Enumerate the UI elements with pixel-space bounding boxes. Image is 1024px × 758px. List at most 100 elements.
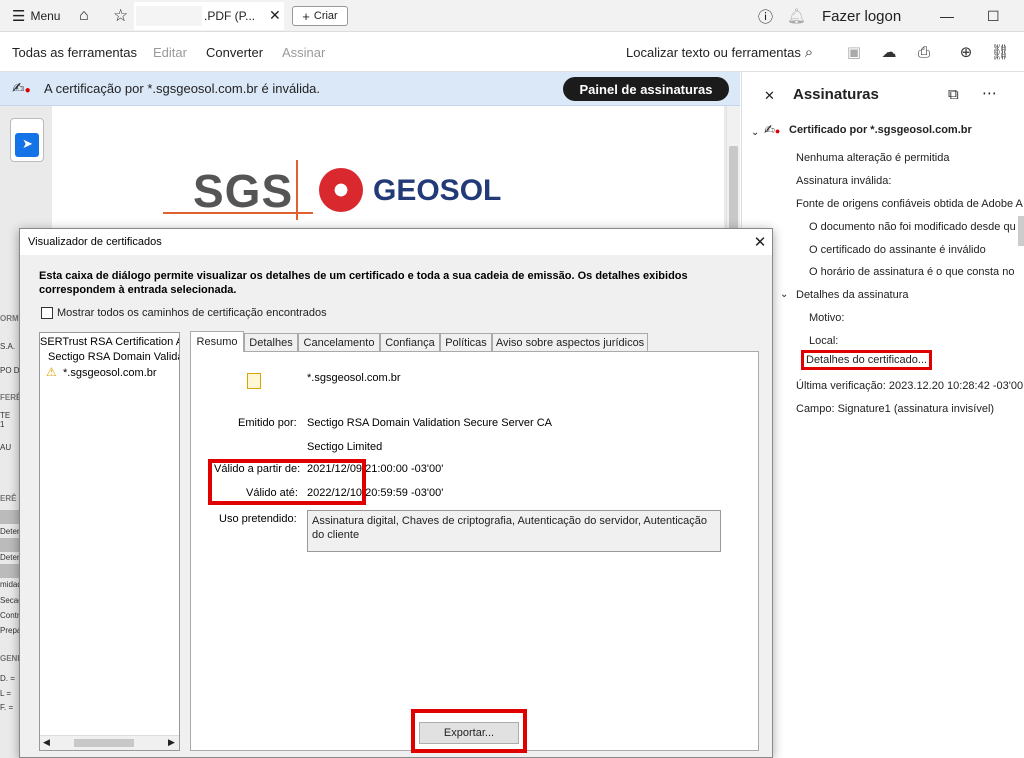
link-icon[interactable]: ⛓ [990,42,1010,62]
share-user-icon[interactable]: ⊕ [956,42,976,62]
panel-title: Assinaturas [793,86,879,103]
doc-fragment: AU [0,443,12,452]
intended-use-box: Assinatura digital, Chaves de criptograf… [307,510,721,552]
issued-by-org: Sectigo Limited [307,441,383,453]
banner-message: A certificação por *.sgsgeosol.com.br é … [44,81,321,96]
close-tab-icon[interactable]: ✕ [269,7,281,24]
upload-cloud-icon[interactable]: ☁ [879,42,899,62]
sign-time-text: O horário de assinatura é o que consta n… [809,266,1015,278]
logo-flower-icon [319,168,363,212]
menu-label: Menu [30,9,61,23]
top-bar: ☰ Menu ⌂ ☆ .PDF (P... ✕ + Criar ⓘ 🔔︎ Faz… [0,0,1024,32]
certificate-details-link[interactable]: Detalhes do certificado... [801,350,933,370]
minimize-icon[interactable]: — [940,0,954,32]
sign-button[interactable]: Assinar [282,32,325,72]
certificate-viewer-dialog: Visualizador de certificados ✕ Esta caix… [19,228,773,758]
panel-scrollbar[interactable] [1018,216,1024,246]
tree-scrollbar-thumb[interactable] [74,739,134,747]
maximize-icon[interactable]: ☐ [987,0,1000,32]
signature-panel-button[interactable]: Painel de assinaturas [563,77,729,101]
close-panel-icon[interactable]: ✕ [764,88,775,104]
convert-button[interactable]: Converter [206,32,263,72]
location-text: Local: [809,335,839,347]
doc-fragment: Contr [0,611,20,620]
doc-fragment: S.A. [0,342,16,351]
star-icon[interactable]: ☆ [113,0,128,32]
show-all-paths-checkbox[interactable]: Mostrar todos os caminhos de certificaçã… [41,307,327,319]
signature-details-toggle[interactable]: Detalhes da assinatura [796,289,909,301]
login-button[interactable]: Fazer logon [822,0,901,32]
redacted-filename [136,6,202,26]
more-options-icon[interactable]: ⋯ [982,84,997,102]
export-highlight-box [411,709,527,753]
invalid-signature-text: Assinatura inválida: [796,175,892,187]
doc-table-shade [0,510,20,524]
logo-sgs-text: SGS [193,165,294,217]
certification-banner: ✍● A certificação por *.sgsgeosol.com.br… [0,72,740,106]
doc-fragment: Deter [0,553,20,562]
chevron-down-icon[interactable]: ⌄ [751,127,759,138]
cursor-icon: ➤ [15,133,39,157]
tab-trust[interactable]: Confiança [380,333,440,351]
logo-line-vertical [296,160,298,220]
tree-scrollbar[interactable]: ◀ ▶ [40,735,179,750]
tab-details[interactable]: Detalhes [244,333,298,351]
tree-item-leaf[interactable]: *.sgsgeosol.com.br [63,367,157,379]
tab-summary[interactable]: Resumo [190,331,244,352]
scroll-left-icon[interactable]: ◀ [43,737,50,748]
tab-title: .PDF (P... [204,9,256,23]
signatures-panel: ✕ Assinaturas ⧉ ⋯ ⌄ ✍● Certificado por *… [741,72,1024,758]
tab-legal-notice[interactable]: Aviso sobre aspectos jurídicos [492,333,648,351]
tree-item-intermediate[interactable]: Sectigo RSA Domain Valida [48,351,179,363]
intended-use-label: Uso pretendido: [219,513,297,525]
help-icon[interactable]: ⓘ [758,0,773,32]
tab-revocation[interactable]: Cancelamento [298,333,380,351]
dialog-title-bar: Visualizador de certificados ✕ [20,229,772,255]
select-tool-button[interactable]: ➤ [10,118,44,162]
checkbox-box[interactable] [41,307,53,319]
doc-fragment: PO D [0,366,20,375]
doc-fragment: TE [0,411,11,420]
validate-all-icon[interactable]: ⧉ [948,86,959,103]
create-label: Criar [313,10,338,22]
invalid-signature-icon: ✍● [764,122,781,137]
invalid-signature-icon: ✍● [12,80,31,97]
search-icon[interactable]: ⌕ [799,42,819,62]
close-icon[interactable]: ✕ [750,232,770,252]
issued-by-value: Sectigo RSA Domain Validation Secure Ser… [307,417,552,429]
certified-by-label[interactable]: Certificado por *.sgsgeosol.com.br [789,124,972,136]
doc-fragment: F. = [0,703,14,712]
last-check-text: Última verificação: 2023.12.20 10:28:42 … [796,380,1024,392]
document-tab[interactable]: .PDF (P... ✕ [134,2,284,30]
create-button[interactable]: + Criar [292,6,348,26]
home-icon[interactable]: ⌂ [79,0,89,32]
menu-button[interactable]: ☰ Menu [12,0,60,32]
logo-geosol-text: GEOSOL [373,174,502,207]
certificate-subject: *.sgsgeosol.com.br [307,372,401,384]
doc-fragment: L = [0,689,12,698]
chevron-down-icon[interactable]: ⌄ [780,289,788,300]
tree-item-root[interactable]: SERTrust RSA Certification A [40,336,179,348]
doc-fragment: ORM [0,314,19,323]
toolbar: Todas as ferramentas Editar Converter As… [0,32,1024,72]
all-tools-button[interactable]: Todas as ferramentas [12,32,137,72]
plus-icon: + [302,8,310,24]
doc-fragment: Deter [0,527,20,536]
scroll-right-icon[interactable]: ▶ [168,737,175,748]
summary-panel: *.sgsgeosol.com.br Emitido por: Sectigo … [190,351,759,753]
edit-button[interactable]: Editar [153,32,187,72]
checkbox-label: Mostrar todos os caminhos de certificaçã… [57,307,327,319]
search-tools-button[interactable]: Localizar texto ou ferramentas [626,32,801,72]
issued-by-label: Emitido por: [238,417,297,429]
signer-invalid-text: O certificado do assinante é inválido [809,244,986,256]
doc-table-shade [0,538,20,552]
bell-icon[interactable]: 🔔︎ [787,0,806,32]
no-changes-text: Nenhuma alteração é permitida [796,152,950,164]
print-icon[interactable]: ⎙ [914,42,934,62]
dialog-description: Esta caixa de diálogo permite visualizar… [39,270,688,296]
field-text: Campo: Signature1 (assinatura invisível) [796,403,995,415]
hamburger-icon: ☰ [12,8,26,25]
save-icon[interactable]: ▣ [844,42,864,62]
tab-policies[interactable]: Políticas [440,333,492,351]
trusted-source-text: Fonte de origens confiáveis obtida de Ad… [796,198,1023,210]
